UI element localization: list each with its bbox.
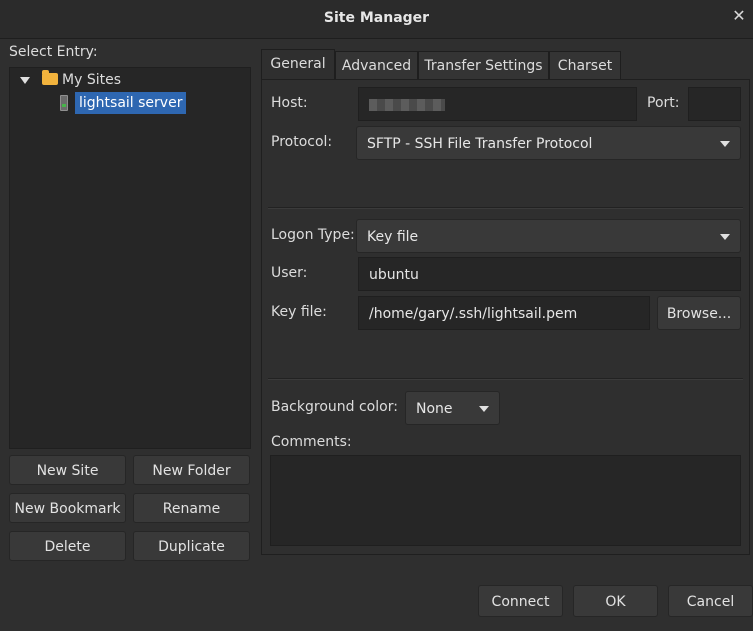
user-input[interactable]: ubuntu [358, 257, 741, 291]
window-title: Site Manager [323, 10, 430, 26]
rename-button[interactable]: Rename [133, 493, 250, 523]
tree-site-lightsail-server[interactable]: lightsail server [10, 92, 248, 114]
chevron-down-icon [720, 234, 730, 240]
background-color-value: None [416, 401, 453, 417]
host-input[interactable] [358, 87, 637, 121]
delete-button[interactable]: Delete [9, 531, 126, 561]
close-icon[interactable]: ✕ [731, 8, 747, 24]
divider [268, 378, 743, 380]
folder-icon [42, 70, 58, 85]
tab-transfer-settings[interactable]: Transfer Settings [418, 51, 549, 79]
browse-button[interactable]: Browse... [657, 296, 741, 330]
new-site-button[interactable]: New Site [9, 455, 126, 485]
site-tree[interactable]: My Sites lightsail server [9, 67, 251, 449]
duplicate-button[interactable]: Duplicate [133, 531, 250, 561]
tree-folder-my-sites[interactable]: My Sites [10, 69, 248, 91]
server-icon [60, 95, 68, 111]
port-input[interactable] [688, 87, 741, 121]
title-bar: Site Manager ✕ [0, 0, 753, 39]
background-color-label: Background color: [271, 399, 398, 415]
user-label: User: [271, 265, 308, 281]
tab-charset[interactable]: Charset [549, 51, 621, 79]
connect-button[interactable]: Connect [478, 585, 563, 617]
key-file-input[interactable]: /home/gary/.ssh/lightsail.pem [358, 296, 650, 330]
logon-type-label: Logon Type: [271, 227, 355, 243]
background-color-select[interactable]: None [405, 391, 500, 425]
expand-arrow-icon[interactable] [20, 77, 30, 84]
new-folder-button[interactable]: New Folder [133, 455, 250, 485]
protocol-label: Protocol: [271, 134, 333, 150]
tab-general[interactable]: General [261, 49, 335, 80]
chevron-down-icon [720, 141, 730, 147]
divider [268, 207, 743, 209]
host-label: Host: [271, 95, 308, 111]
logon-type-value: Key file [367, 229, 419, 245]
protocol-value: SFTP - SSH File Transfer Protocol [367, 136, 593, 152]
redacted-host [369, 99, 445, 111]
folder-label: My Sites [62, 72, 121, 88]
logon-type-select[interactable]: Key file [356, 219, 741, 253]
tab-advanced[interactable]: Advanced [335, 51, 418, 79]
cancel-button[interactable]: Cancel [668, 585, 753, 617]
site-label: lightsail server [75, 92, 187, 114]
general-panel: Host: Port: Protocol: SFTP - SSH File Tr… [261, 79, 750, 555]
protocol-select[interactable]: SFTP - SSH File Transfer Protocol [356, 126, 741, 160]
comments-textarea[interactable] [270, 455, 741, 546]
select-entry-label: Select Entry: [9, 44, 98, 60]
ok-button[interactable]: OK [573, 585, 658, 617]
key-file-label: Key file: [271, 304, 327, 320]
chevron-down-icon [479, 406, 489, 412]
new-bookmark-button[interactable]: New Bookmark [9, 493, 126, 523]
port-label: Port: [647, 95, 680, 111]
comments-label: Comments: [271, 434, 352, 450]
